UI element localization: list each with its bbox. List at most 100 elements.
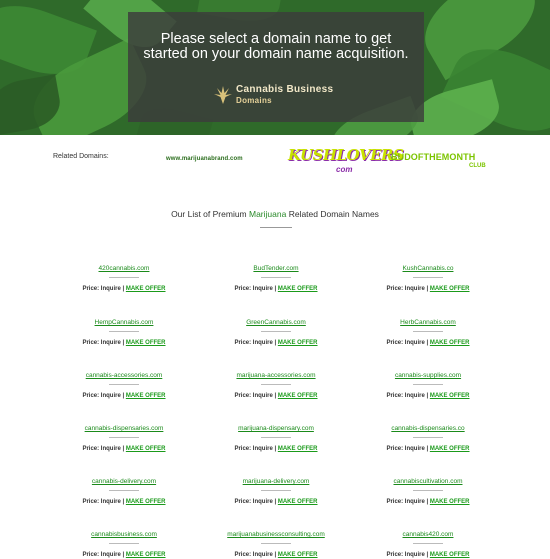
make-offer-link[interactable]: MAKE OFFER [126,340,166,346]
price-line: Price: Inquire | MAKE OFFER [216,392,336,400]
domain-listing: cannabis420.com Price: Inquire | MAKE OFF… [368,530,488,559]
price-line: Price: Inquire | MAKE OFFER [216,285,336,293]
domain-divider [109,384,139,385]
price-line: Price: Inquire | MAKE OFFER [64,339,184,347]
price-line: Price: Inquire | MAKE OFFER [368,498,488,506]
domain-divider [261,331,291,332]
price-label: Price: Inquire | [234,552,277,558]
price-line: Price: Inquire | MAKE OFFER [64,392,184,400]
domain-name-link[interactable]: cannabiscultivation.com [368,477,488,486]
price-line: Price: Inquire | MAKE OFFER [368,392,488,400]
domain-listing: cannabiscultivation.com Price: Inquire | … [368,477,488,506]
domain-name-link[interactable]: cannabis-accessories.com [64,371,184,380]
price-label: Price: Inquire | [234,340,277,346]
domain-grid: 420cannabis.com Price: Inquire | MAKE OFF… [0,0,550,558]
make-offer-link[interactable]: MAKE OFFER [430,393,470,399]
domain-listing: marijuana-delivery.com Price: Inquire | M… [216,477,336,506]
price-line: Price: Inquire | MAKE OFFER [64,445,184,453]
price-label: Price: Inquire | [82,393,125,399]
price-label: Price: Inquire | [386,499,429,505]
price-label: Price: Inquire | [234,499,277,505]
domain-listing: marijuana-dispensary.com Price: Inquire |… [216,424,336,453]
price-line: Price: Inquire | MAKE OFFER [64,285,184,293]
make-offer-link[interactable]: MAKE OFFER [126,286,166,292]
domain-name-link[interactable]: 420cannabis.com [64,264,184,273]
price-label: Price: Inquire | [82,340,125,346]
domain-listing: HerbCannabis.com Price: Inquire | MAKE OF… [368,318,488,347]
domain-name-link[interactable]: KushCannabis.co [368,264,488,273]
make-offer-link[interactable]: MAKE OFFER [430,552,470,558]
domain-divider [109,490,139,491]
price-line: Price: Inquire | MAKE OFFER [368,551,488,559]
domain-listing: cannabis-dispensaries.com Price: Inquire … [64,424,184,453]
domain-name-link[interactable]: cannabis-dispensaries.com [64,424,184,433]
price-line: Price: Inquire | MAKE OFFER [216,339,336,347]
domain-name-link[interactable]: GreenCannabis.com [216,318,336,327]
make-offer-link[interactable]: MAKE OFFER [278,499,318,505]
make-offer-link[interactable]: MAKE OFFER [278,393,318,399]
domain-name-link[interactable]: marijuana-dispensary.com [216,424,336,433]
domain-divider [109,331,139,332]
make-offer-link[interactable]: MAKE OFFER [278,340,318,346]
make-offer-link[interactable]: MAKE OFFER [430,286,470,292]
price-label: Price: Inquire | [386,552,429,558]
make-offer-link[interactable]: MAKE OFFER [126,446,166,452]
domain-divider [261,384,291,385]
price-label: Price: Inquire | [82,499,125,505]
domain-listing: GreenCannabis.com Price: Inquire | MAKE O… [216,318,336,347]
make-offer-link[interactable]: MAKE OFFER [126,552,166,558]
domain-name-link[interactable]: marijuanabusinessconsulting.com [216,530,336,539]
domain-divider [261,437,291,438]
price-label: Price: Inquire | [386,340,429,346]
domain-listing: KushCannabis.co Price: Inquire | MAKE OFF… [368,264,488,293]
domain-name-link[interactable]: marijuana-delivery.com [216,477,336,486]
domain-name-link[interactable]: cannabis-dispensaries.co [368,424,488,433]
domain-divider [261,277,291,278]
price-line: Price: Inquire | MAKE OFFER [64,551,184,559]
make-offer-link[interactable]: MAKE OFFER [430,340,470,346]
price-line: Price: Inquire | MAKE OFFER [216,498,336,506]
domain-divider [413,384,443,385]
domain-name-link[interactable]: HerbCannabis.com [368,318,488,327]
domain-listing: cannabis-dispensaries.co Price: Inquire |… [368,424,488,453]
domain-divider [413,437,443,438]
domain-name-link[interactable]: cannabis-supplies.com [368,371,488,380]
domain-name-link[interactable]: cannabis420.com [368,530,488,539]
domain-divider [109,277,139,278]
price-label: Price: Inquire | [234,393,277,399]
price-line: Price: Inquire | MAKE OFFER [368,285,488,293]
price-label: Price: Inquire | [234,286,277,292]
domain-listing: cannabis-accessories.com Price: Inquire |… [64,371,184,400]
price-label: Price: Inquire | [386,393,429,399]
domain-listing: 420cannabis.com Price: Inquire | MAKE OFF… [64,264,184,293]
make-offer-link[interactable]: MAKE OFFER [430,499,470,505]
domain-divider [413,277,443,278]
domain-name-link[interactable]: HempCannabis.com [64,318,184,327]
domain-name-link[interactable]: BudTender.com [216,264,336,273]
domain-name-link[interactable]: cannabis-delivery.com [64,477,184,486]
domain-listing: BudTender.com Price: Inquire | MAKE OFFER [216,264,336,293]
make-offer-link[interactable]: MAKE OFFER [126,499,166,505]
price-label: Price: Inquire | [82,286,125,292]
price-line: Price: Inquire | MAKE OFFER [368,339,488,347]
domain-divider [413,331,443,332]
domain-divider [261,543,291,544]
domain-divider [261,490,291,491]
domain-name-link[interactable]: cannabisbusiness.com [64,530,184,539]
price-line: Price: Inquire | MAKE OFFER [64,498,184,506]
domain-listing: cannabis-delivery.com Price: Inquire | MA… [64,477,184,506]
make-offer-link[interactable]: MAKE OFFER [278,446,318,452]
make-offer-link[interactable]: MAKE OFFER [278,552,318,558]
domain-listing: marijuanabusinessconsulting.com Price: In… [216,530,336,559]
domain-divider [413,490,443,491]
domain-listing: HempCannabis.com Price: Inquire | MAKE OF… [64,318,184,347]
domain-name-link[interactable]: marijuana-accessories.com [216,371,336,380]
domain-divider [109,543,139,544]
price-label: Price: Inquire | [386,286,429,292]
domain-listing: marijuana-accessories.com Price: Inquire … [216,371,336,400]
make-offer-link[interactable]: MAKE OFFER [430,446,470,452]
price-label: Price: Inquire | [82,446,125,452]
make-offer-link[interactable]: MAKE OFFER [126,393,166,399]
domain-listing: cannabis-supplies.com Price: Inquire | MA… [368,371,488,400]
make-offer-link[interactable]: MAKE OFFER [278,286,318,292]
